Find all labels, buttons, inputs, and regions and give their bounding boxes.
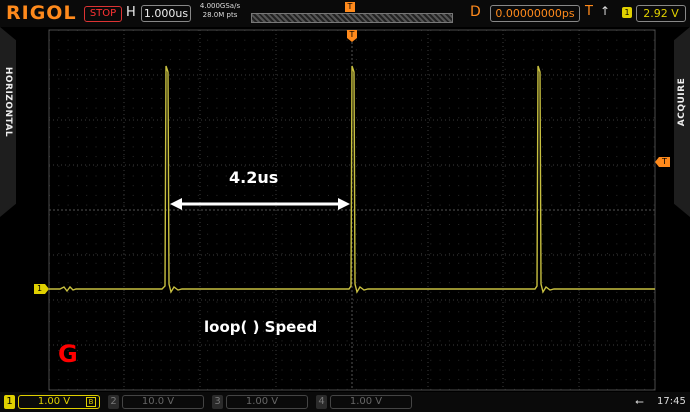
channel4-scale: 1.00 V <box>349 396 383 407</box>
bottom-channel-bar: 1 1.00 V B 2 10.0 V 3 1.00 V 4 1.00 V ⭠ … <box>0 392 690 412</box>
channel4-badge: 4 <box>316 395 327 409</box>
channel2-scale-button[interactable]: 2 10.0 V <box>108 395 204 409</box>
loop-speed-caption: loop( ) Speed <box>204 318 318 336</box>
waveform-display[interactable] <box>0 0 690 412</box>
bandwidth-limit-icon: B <box>86 397 96 407</box>
clock: 17:45 <box>657 396 686 407</box>
channel1-ground-marker: 1 <box>36 284 43 293</box>
channel1-scale-button[interactable]: 1 1.00 V B <box>4 395 100 409</box>
channel3-badge: 3 <box>212 395 223 409</box>
channel1-scale: 1.00 V <box>37 396 71 407</box>
annotation-logo: G <box>58 340 78 368</box>
channel2-badge: 2 <box>108 395 119 409</box>
period-annotation: 4.2us <box>229 168 279 187</box>
channel2-scale: 10.0 V <box>141 396 175 407</box>
channel1-badge: 1 <box>4 395 15 409</box>
trigger-position-marker: T <box>349 30 355 39</box>
usb-icon: ⭠ <box>635 395 644 408</box>
channel4-scale-button[interactable]: 4 1.00 V <box>316 395 412 409</box>
trigger-level-marker: T <box>662 157 667 166</box>
channel3-scale: 1.00 V <box>245 396 279 407</box>
channel3-scale-button[interactable]: 3 1.00 V <box>212 395 308 409</box>
